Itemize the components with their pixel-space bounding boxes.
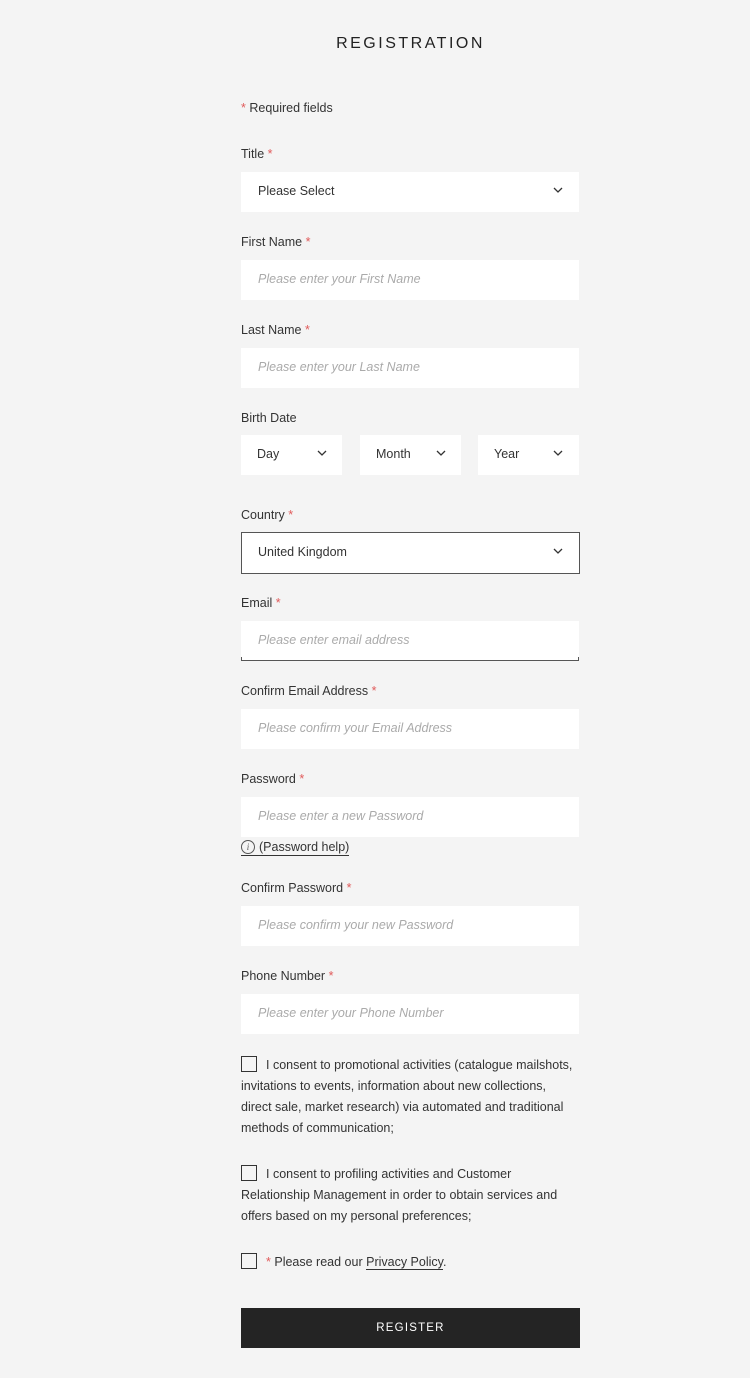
profiling-consent: I consent to profiling activities and Cu…: [241, 1164, 580, 1227]
title-select-value: Please Select: [258, 184, 335, 198]
country-select[interactable]: United Kingdom: [241, 532, 580, 574]
chevron-down-icon: [553, 187, 563, 195]
privacy-consent-checkbox[interactable]: [241, 1253, 257, 1269]
birth-day-value: Day: [257, 447, 280, 461]
profiling-consent-checkbox[interactable]: [241, 1165, 257, 1181]
page-title: REGISTRATION: [336, 35, 485, 52]
info-icon: i: [241, 840, 255, 854]
first-name-label: First Name *: [241, 235, 311, 249]
birth-month-select[interactable]: Month: [360, 435, 461, 475]
privacy-policy-link[interactable]: Privacy Policy: [366, 1255, 443, 1270]
password-label: Password *: [241, 772, 305, 786]
chevron-down-icon: [436, 450, 446, 458]
confirm-email-input[interactable]: Please confirm your Email Address: [241, 709, 579, 749]
title-select[interactable]: Please Select: [241, 172, 579, 212]
required-note-text: Required fields: [249, 101, 333, 115]
confirm-email-label: Confirm Email Address *: [241, 684, 377, 698]
first-name-input[interactable]: Please enter your First Name: [241, 260, 579, 300]
country-label: Country *: [241, 508, 294, 522]
password-placeholder: Please enter a new Password: [258, 809, 424, 823]
first-name-placeholder: Please enter your First Name: [258, 272, 421, 286]
email-placeholder: Please enter email address: [258, 633, 410, 647]
chevron-down-icon: [553, 548, 563, 556]
phone-input[interactable]: Please enter your Phone Number: [241, 994, 579, 1034]
birth-year-select[interactable]: Year: [478, 435, 579, 475]
chevron-down-icon: [317, 450, 327, 458]
birth-day-select[interactable]: Day: [241, 435, 342, 475]
promotional-consent-checkbox[interactable]: [241, 1056, 257, 1072]
chevron-down-icon: [553, 450, 563, 458]
register-button[interactable]: REGISTER: [241, 1308, 580, 1348]
birth-date-label: Birth Date: [241, 411, 297, 425]
phone-placeholder: Please enter your Phone Number: [258, 1006, 444, 1020]
privacy-consent: * Please read our Privacy Policy.: [241, 1252, 580, 1273]
privacy-prefix-text: Please read our: [274, 1255, 363, 1269]
password-help-text: (Password help): [259, 840, 350, 854]
confirm-password-placeholder: Please confirm your new Password: [258, 918, 454, 932]
confirm-password-label: Confirm Password *: [241, 881, 352, 895]
country-select-value: United Kingdom: [258, 545, 347, 559]
email-label: Email *: [241, 596, 281, 610]
email-input[interactable]: Please enter email address: [241, 621, 579, 661]
confirm-password-input[interactable]: Please confirm your new Password: [241, 906, 579, 946]
birth-month-value: Month: [376, 447, 411, 461]
last-name-label: Last Name *: [241, 323, 310, 337]
confirm-email-placeholder: Please confirm your Email Address: [258, 721, 453, 735]
title-label: Title *: [241, 147, 273, 161]
required-fields-note: * Required fields: [241, 101, 333, 115]
required-marker: *: [266, 1255, 271, 1269]
password-help-link[interactable]: i (Password help): [241, 840, 350, 856]
promotional-consent: I consent to promotional activities (cat…: [241, 1055, 580, 1139]
profiling-consent-text: I consent to profiling activities and Cu…: [241, 1167, 558, 1223]
last-name-placeholder: Please enter your Last Name: [258, 360, 420, 374]
password-input[interactable]: Please enter a new Password: [241, 797, 579, 837]
promotional-consent-text: I consent to promotional activities (cat…: [241, 1058, 573, 1135]
phone-label: Phone Number *: [241, 969, 334, 983]
required-marker: *: [241, 101, 246, 115]
last-name-input[interactable]: Please enter your Last Name: [241, 348, 579, 388]
birth-year-value: Year: [494, 447, 520, 461]
